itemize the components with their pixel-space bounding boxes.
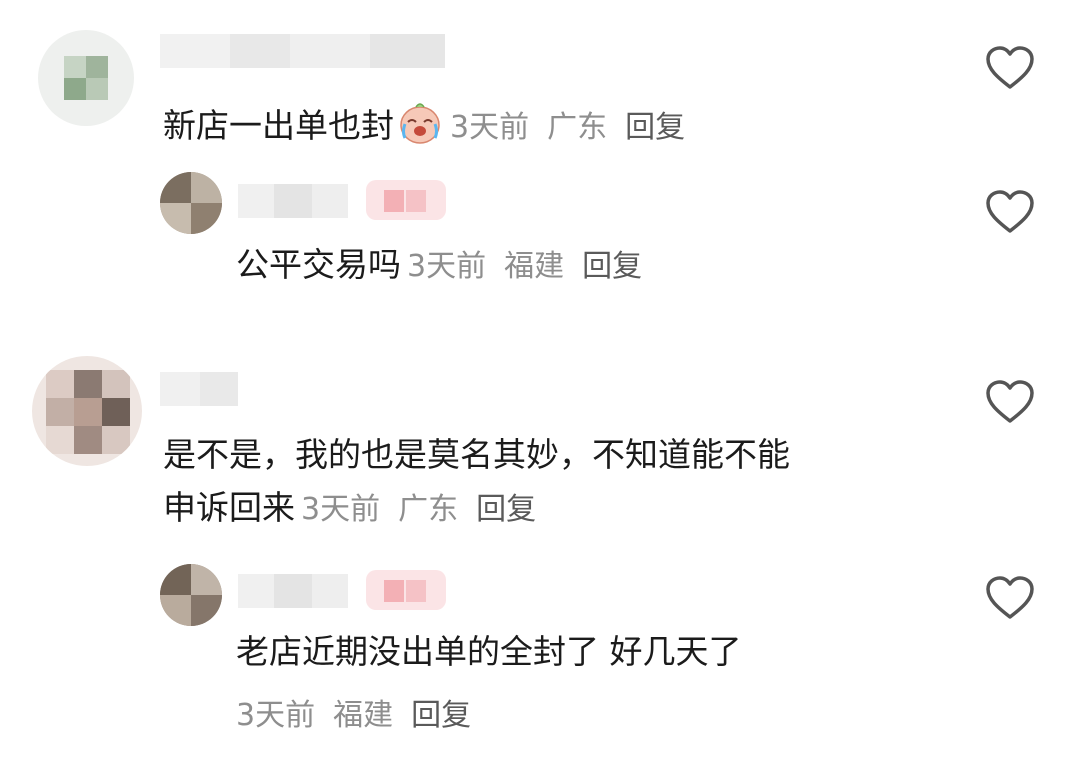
comment-1: 新店一出单也封 3天前 广东 回复 [0,0,1080,170]
comment-body: 新店一出单也封 [163,106,394,145]
comment-3: 是不是，我的也是莫名其妙，不知道能不能 申诉回来 3天前 广东 回复 [0,340,1080,550]
heart-outline-icon[interactable] [985,46,1035,90]
comment-body-line-1: 是不是，我的也是莫名其妙，不知道能不能 [163,435,790,474]
comment-location: 广东 [398,492,459,527]
comment-2: 公平交易吗 3天前 福建 回复 [0,170,1080,320]
avatar[interactable] [32,356,142,466]
comment-text: 新店一出单也封 3天前 广东 回复 [163,98,685,150]
username[interactable] [160,34,445,68]
crying-face-emoji-icon [400,103,440,144]
comment-time: 3天前 [301,492,381,527]
user-badge [366,570,446,610]
heart-outline-icon[interactable] [985,190,1035,234]
reply-button[interactable]: 回复 [625,110,685,145]
comment-time: 3天前 [450,110,530,145]
comment-meta-row: 3天前 福建 回复 [230,692,471,738]
comment-location: 福建 [333,698,394,733]
heart-outline-icon[interactable] [985,576,1035,620]
comment-time: 3天前 [236,698,316,733]
username[interactable] [160,372,238,406]
avatar[interactable] [38,30,134,126]
comment-location: 广东 [547,110,608,145]
comment-body: 公平交易吗 [236,245,401,284]
comment-4: 老店近期没出单的全封了 好几天了 3天前 福建 回复 [0,560,1080,760]
avatar[interactable] [160,172,222,234]
comment-text-line-2: 申诉回来 3天前 广东 回复 [163,486,536,532]
reply-button[interactable]: 回复 [476,492,536,527]
comment-time: 3天前 [407,249,487,284]
avatar[interactable] [160,564,222,626]
comment-location: 福建 [504,249,565,284]
reply-button[interactable]: 回复 [411,698,471,733]
comment-body-line-2: 申诉回来 [163,488,295,527]
user-badge [366,180,446,220]
reply-button[interactable]: 回复 [582,249,642,284]
comment-text: 公平交易吗 3天前 福建 回复 [236,243,642,289]
heart-outline-icon[interactable] [985,380,1035,424]
username[interactable] [238,184,348,218]
comment-text: 是不是，我的也是莫名其妙，不知道能不能 [163,433,790,477]
comment-text: 老店近期没出单的全封了 好几天了 [236,630,742,674]
comment-body: 老店近期没出单的全封了 好几天了 [236,632,742,671]
username[interactable] [238,574,348,608]
